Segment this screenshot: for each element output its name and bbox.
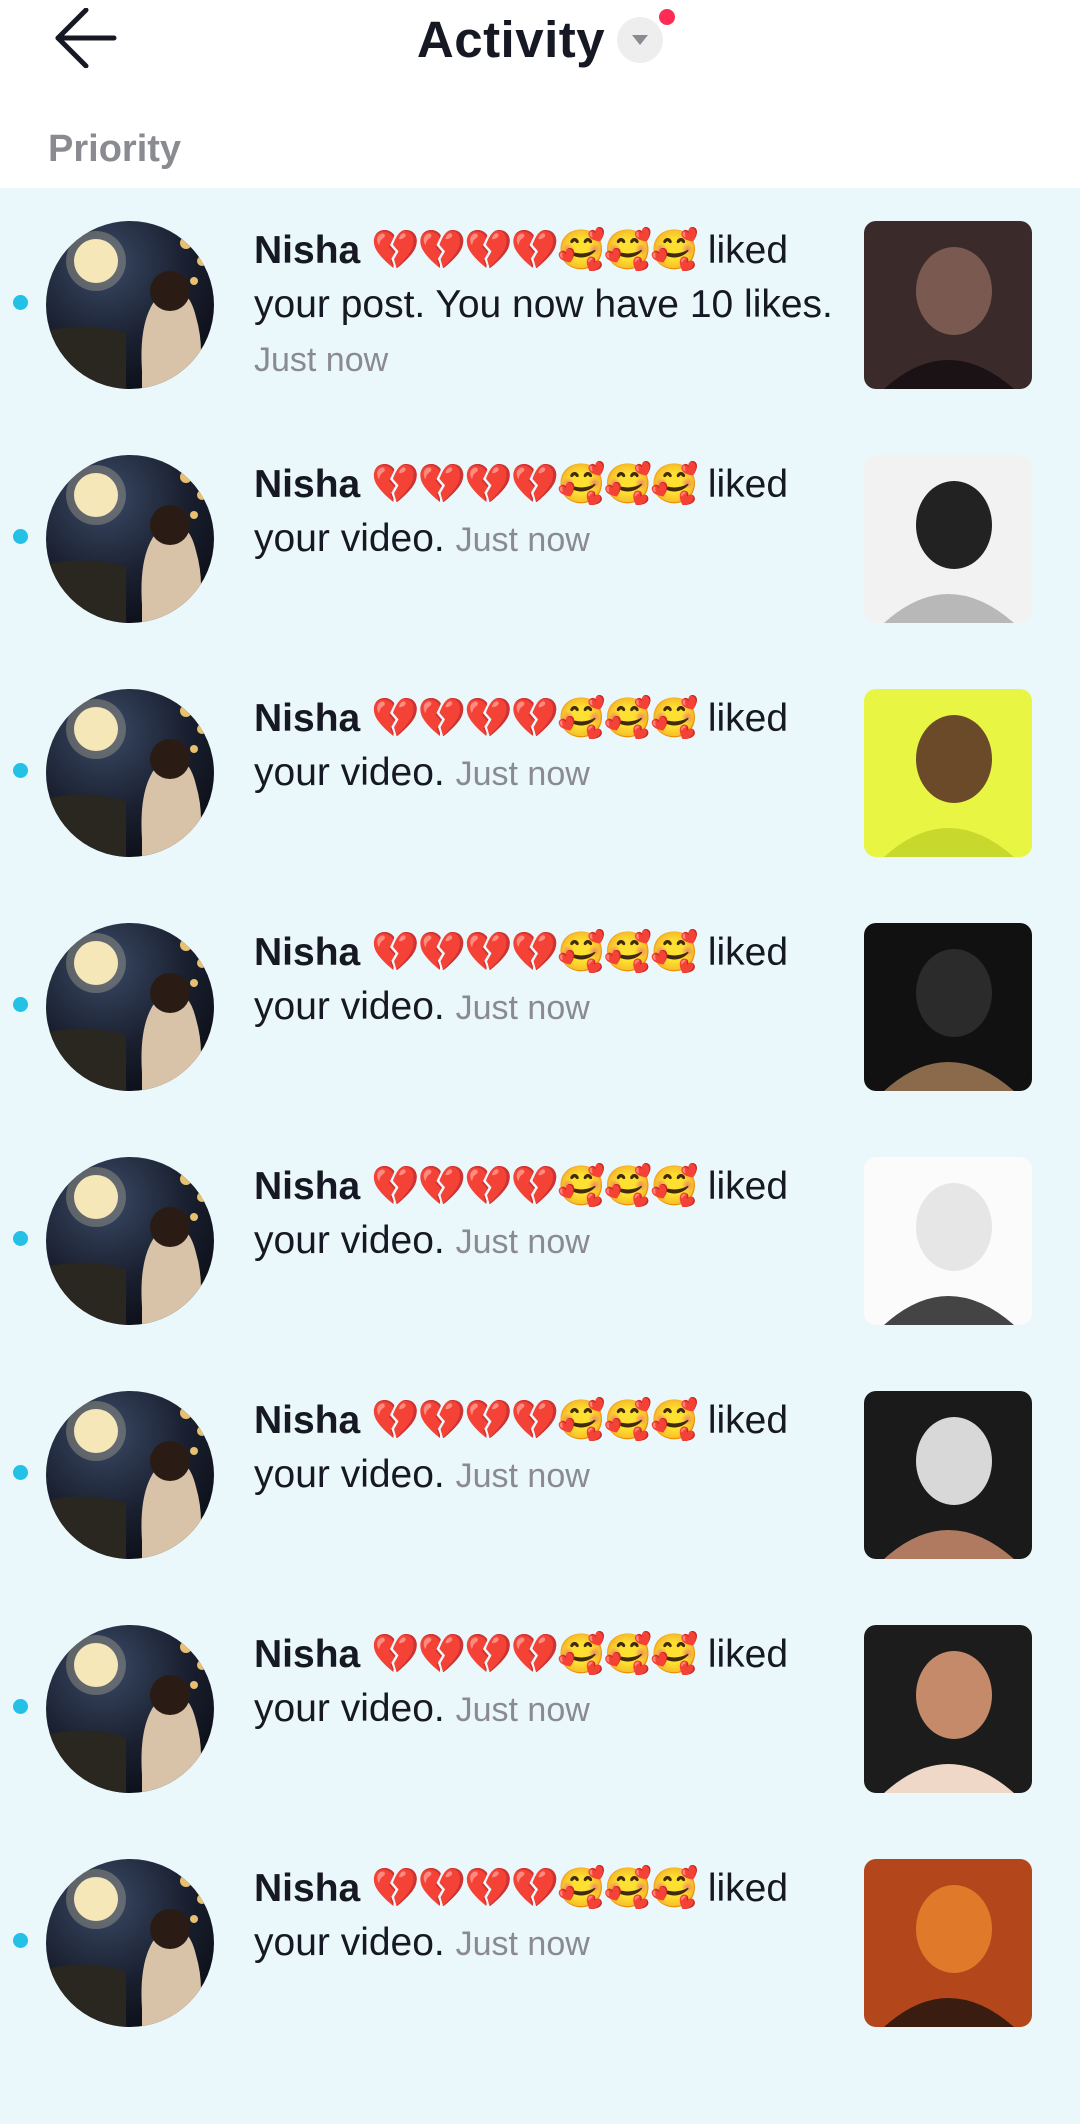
- thumbnail-image: [864, 221, 1032, 389]
- notification-row[interactable]: Nisha 💔💔💔💔🥰🥰🥰 liked your video. Just now: [0, 1826, 1080, 2060]
- post-thumbnail[interactable]: [864, 923, 1032, 1091]
- name-emojis: 💔💔💔💔🥰🥰🥰: [371, 697, 699, 740]
- notification-list: Nisha 💔💔💔💔🥰🥰🥰 liked your post. You now h…: [0, 188, 1080, 2124]
- thumbnail-image: [864, 1625, 1032, 1793]
- unread-dot: [13, 529, 28, 544]
- timestamp: Just now: [455, 1691, 590, 1729]
- avatar[interactable]: [46, 455, 214, 623]
- user-name[interactable]: Nisha: [254, 1867, 360, 1910]
- avatar[interactable]: [46, 1859, 214, 2027]
- page-title-wrapper: Activity: [0, 8, 1080, 69]
- user-name[interactable]: Nisha: [254, 1165, 360, 1208]
- notification-text: Nisha 💔💔💔💔🥰🥰🥰 liked your post. You now h…: [254, 224, 834, 387]
- post-thumbnail[interactable]: [864, 1625, 1032, 1793]
- avatar[interactable]: [46, 923, 214, 1091]
- unread-dot: [13, 997, 28, 1012]
- post-thumbnail[interactable]: [864, 221, 1032, 389]
- timestamp: Just now: [455, 1925, 590, 1963]
- notification-text: Nisha 💔💔💔💔🥰🥰🥰 liked your video. Just now: [254, 1862, 834, 1971]
- header: Activity Priority: [0, 0, 1080, 170]
- timestamp: Just now: [455, 755, 590, 793]
- notification-row[interactable]: Nisha 💔💔💔💔🥰🥰🥰 liked your video. Just now: [0, 1124, 1080, 1358]
- avatar-image: [46, 1859, 214, 2027]
- notification-text: Nisha 💔💔💔💔🥰🥰🥰 liked your video. Just now: [254, 692, 834, 801]
- notification-text: Nisha 💔💔💔💔🥰🥰🥰 liked your video. Just now: [254, 1160, 834, 1269]
- notification-row[interactable]: Nisha 💔💔💔💔🥰🥰🥰 liked your video. Just now: [0, 1358, 1080, 1592]
- avatar[interactable]: [46, 1391, 214, 1559]
- notification-text: Nisha 💔💔💔💔🥰🥰🥰 liked your video. Just now: [254, 1628, 834, 1737]
- caret-down-icon: [632, 34, 649, 45]
- unread-dot: [13, 1231, 28, 1246]
- user-name[interactable]: Nisha: [254, 229, 360, 272]
- thumbnail-image: [864, 1391, 1032, 1559]
- timestamp: Just now: [455, 989, 590, 1027]
- name-emojis: 💔💔💔💔🥰🥰🥰: [371, 931, 699, 974]
- avatar-image: [46, 923, 214, 1091]
- notification-text: Nisha 💔💔💔💔🥰🥰🥰 liked your video. Just now: [254, 1394, 834, 1503]
- user-name[interactable]: Nisha: [254, 1633, 360, 1676]
- notification-row[interactable]: Nisha 💔💔💔💔🥰🥰🥰 liked your video. Just now: [0, 1592, 1080, 1826]
- notification-row[interactable]: Nisha 💔💔💔💔🥰🥰🥰 liked your post. You now h…: [0, 188, 1080, 422]
- section-label-priority: Priority: [48, 128, 182, 170]
- name-emojis: 💔💔💔💔🥰🥰🥰: [371, 1633, 699, 1676]
- unread-dot: [13, 1465, 28, 1480]
- unread-dot: [13, 763, 28, 778]
- avatar-image: [46, 221, 214, 389]
- timestamp: Just now: [455, 1457, 590, 1495]
- name-emojis: 💔💔💔💔🥰🥰🥰: [371, 1165, 699, 1208]
- page-title: Activity: [416, 11, 606, 68]
- post-thumbnail[interactable]: [864, 1157, 1032, 1325]
- user-name[interactable]: Nisha: [254, 697, 360, 740]
- notification-row[interactable]: Nisha 💔💔💔💔🥰🥰🥰 liked your video. Just now: [0, 656, 1080, 890]
- timestamp: Just now: [455, 1223, 590, 1261]
- name-emojis: 💔💔💔💔🥰🥰🥰: [371, 229, 699, 272]
- user-name[interactable]: Nisha: [254, 1399, 360, 1442]
- timestamp: Just now: [455, 521, 590, 559]
- avatar-image: [46, 689, 214, 857]
- notification-row[interactable]: Nisha 💔💔💔💔🥰🥰🥰 liked your video. Just now: [0, 890, 1080, 1124]
- unread-dot: [13, 1933, 28, 1948]
- thumbnail-image: [864, 923, 1032, 1091]
- avatar-image: [46, 455, 214, 623]
- avatar[interactable]: [46, 1157, 214, 1325]
- thumbnail-image: [864, 1157, 1032, 1325]
- avatar[interactable]: [46, 1625, 214, 1793]
- unread-dot: [13, 295, 28, 310]
- post-thumbnail[interactable]: [864, 455, 1032, 623]
- unread-dot: [13, 1699, 28, 1714]
- notification-row[interactable]: Nisha 💔💔💔💔🥰🥰🥰 liked your video. Just now: [0, 422, 1080, 656]
- post-thumbnail[interactable]: [864, 1859, 1032, 2027]
- post-thumbnail[interactable]: [864, 1391, 1032, 1559]
- avatar[interactable]: [46, 689, 214, 857]
- avatar-image: [46, 1625, 214, 1793]
- thumbnail-image: [864, 689, 1032, 857]
- avatar-image: [46, 1391, 214, 1559]
- user-name[interactable]: Nisha: [254, 463, 360, 506]
- post-thumbnail[interactable]: [864, 689, 1032, 857]
- timestamp: Just now: [254, 341, 389, 379]
- thumbnail-image: [864, 455, 1032, 623]
- activity-filter-button[interactable]: [617, 8, 676, 63]
- name-emojis: 💔💔💔💔🥰🥰🥰: [371, 1399, 699, 1442]
- avatar-image: [46, 1157, 214, 1325]
- name-emojis: 💔💔💔💔🥰🥰🥰: [371, 1867, 699, 1910]
- user-name[interactable]: Nisha: [254, 931, 360, 974]
- avatar[interactable]: [46, 221, 214, 389]
- notification-text: Nisha 💔💔💔💔🥰🥰🥰 liked your video. Just now: [254, 926, 834, 1035]
- thumbnail-image: [864, 1859, 1032, 2027]
- notification-dot: [659, 8, 676, 25]
- name-emojis: 💔💔💔💔🥰🥰🥰: [371, 463, 699, 506]
- notification-text: Nisha 💔💔💔💔🥰🥰🥰 liked your video. Just now: [254, 458, 834, 567]
